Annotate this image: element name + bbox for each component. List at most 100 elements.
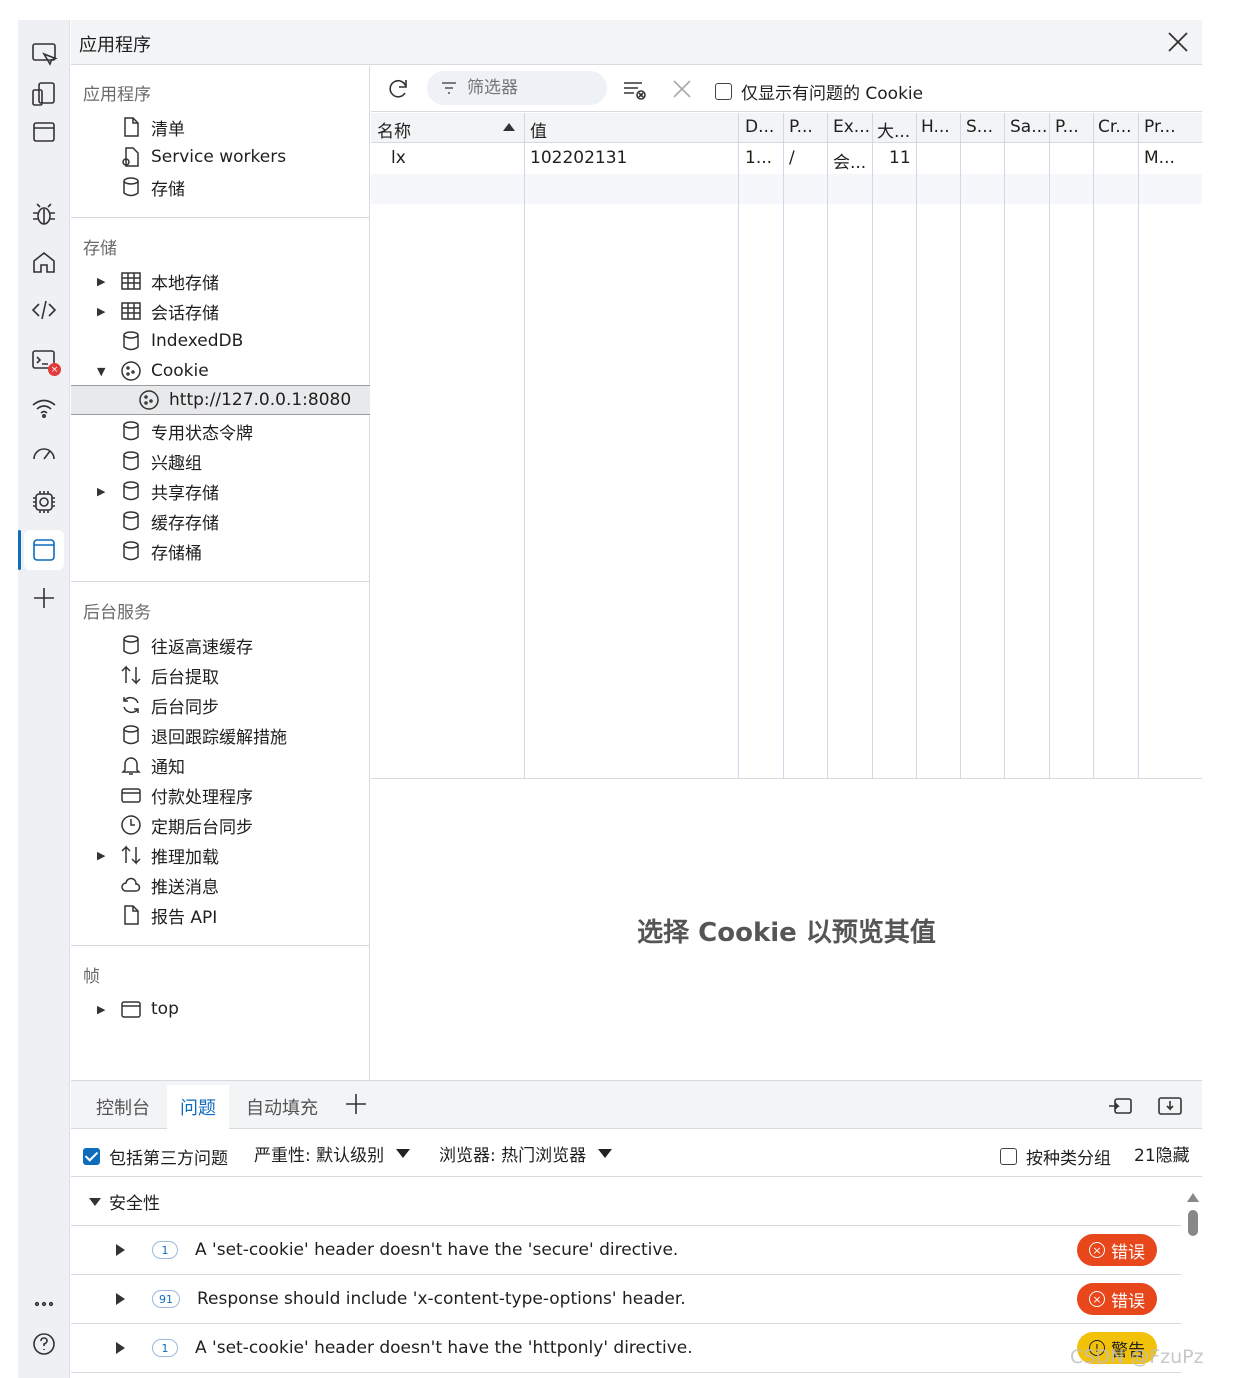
issues-toolbar: 包括第三方问题 严重性: 默认级别 浏览器: 热门浏览器 按种类分组 21隐藏 (71, 1129, 1202, 1177)
browser-dropdown[interactable]: 浏览器: 热门浏览器 (439, 1141, 613, 1166)
more-icon[interactable] (24, 1284, 64, 1324)
close-icon[interactable] (1164, 28, 1192, 56)
column-header-secure[interactable]: S... (966, 117, 993, 137)
tree-item-cookie-origin[interactable]: http://127.0.0.1:8080 (71, 385, 370, 415)
collapse-arrow-icon[interactable]: ▼ (97, 365, 111, 378)
expand-arrow-icon[interactable]: ▶ (97, 849, 111, 862)
minimize-drawer-icon[interactable] (1157, 1093, 1185, 1121)
expand-arrow-icon[interactable]: ▶ (97, 305, 111, 318)
expand-arrow-icon[interactable]: ▶ (97, 485, 111, 498)
tree-item-frame-top[interactable]: ▶ top (71, 994, 370, 1024)
filter-field[interactable] (427, 71, 607, 105)
document-icon (119, 903, 143, 927)
column-header-samesite[interactable]: Sa... (1010, 117, 1047, 137)
scroll-thumb[interactable] (1188, 1210, 1198, 1236)
column-header-partition-key[interactable]: P... (1055, 117, 1079, 137)
table-icon (119, 269, 143, 293)
tree-item-bfcache[interactable]: 往返高速缓存 (71, 630, 370, 660)
group-by-kind-checkbox[interactable]: 按种类分组 (1000, 1144, 1111, 1169)
only-issues-checkbox[interactable]: 仅显示有问题的 Cookie (715, 79, 923, 104)
column-header-cross-site[interactable]: Cr... (1098, 117, 1132, 137)
delete-selected-icon[interactable] (667, 74, 697, 104)
device-icon[interactable] (24, 74, 64, 114)
console-icon[interactable]: × (24, 340, 64, 380)
cpu-icon[interactable] (24, 482, 64, 522)
issue-row[interactable]: 91 Response should include 'x-content-ty… (71, 1275, 1181, 1324)
bug-icon[interactable] (24, 194, 64, 234)
clear-filtered-cookies-icon[interactable] (619, 74, 649, 104)
browser-window-icon[interactable] (24, 112, 64, 152)
tree-item-indexeddb[interactable]: IndexedDB (71, 326, 370, 356)
tree-item-push-messaging[interactable]: 推送消息 (71, 870, 370, 900)
tree-item-reporting-api[interactable]: 报告 API (71, 900, 370, 930)
scroll-up-icon[interactable] (1187, 1193, 1199, 1202)
tree-item-background-fetch[interactable]: 后台提取 (71, 660, 370, 690)
tree-item-bounce-tracking[interactable]: 退回跟踪缓解措施 (71, 720, 370, 750)
inspect-icon[interactable] (24, 34, 64, 74)
chevron-down-icon (598, 1149, 613, 1158)
home-icon[interactable] (24, 242, 64, 282)
wifi-icon[interactable] (24, 388, 64, 428)
tree-item-storage-overview[interactable]: 存储 (71, 172, 370, 202)
include-third-party-checkbox[interactable]: 包括第三方问题 (83, 1144, 228, 1169)
cookie-view: 仅显示有问题的 Cookie 名称 值 D... P... Ex... 大...… (371, 66, 1202, 1080)
checkbox-box[interactable] (1000, 1148, 1017, 1165)
filter-input[interactable] (467, 78, 597, 98)
tree-item-local-storage[interactable]: ▶ 本地存储 (71, 266, 370, 296)
column-header-name[interactable]: 名称 (377, 117, 411, 142)
tree-item-interest-groups[interactable]: 兴趣组 (71, 446, 370, 476)
tree-item-cookie[interactable]: ▼ Cookie (71, 356, 370, 386)
database-icon (119, 329, 143, 353)
tree-item-manifest[interactable]: 清单 (71, 112, 370, 142)
activity-bar: × (18, 20, 70, 1378)
expand-arrow-icon[interactable]: ▶ (97, 275, 111, 288)
issue-category-security[interactable]: 安全性 (71, 1178, 1181, 1226)
tree-item-session-storage[interactable]: ▶ 会话存储 (71, 296, 370, 326)
tree-item-payment-handler[interactable]: 付款处理程序 (71, 780, 370, 810)
drawer-tabs: 控制台 问题 自动填充 (71, 1081, 1202, 1129)
tree-item-private-state-tokens[interactable]: 专用状态令牌 (71, 416, 370, 446)
code-icon[interactable] (24, 290, 64, 330)
column-header-expires[interactable]: Ex... (833, 117, 870, 137)
issue-text: A 'set-cookie' header doesn't have the '… (195, 1240, 679, 1260)
application-icon[interactable] (18, 530, 64, 570)
table-row[interactable]: lx 102202131 1... / 会... 11 M... (371, 144, 1202, 174)
column-header-path[interactable]: P... (789, 117, 813, 137)
tab-issues[interactable]: 问题 (167, 1085, 229, 1129)
tree-item-service-workers[interactable]: Service workers (71, 142, 370, 172)
tree-item-speculative-loads[interactable]: ▶ 推理加载 (71, 840, 370, 870)
issue-row[interactable]: 1 A 'set-cookie' header doesn't have the… (71, 1324, 1181, 1373)
tab-autofill[interactable]: 自动填充 (233, 1085, 331, 1129)
cell-domain: 1... (745, 148, 773, 168)
section-divider (71, 217, 370, 218)
dock-icon[interactable] (1107, 1093, 1135, 1121)
column-header-priority[interactable]: Pr... (1144, 117, 1176, 137)
checkbox-box[interactable] (715, 83, 732, 100)
add-icon[interactable] (24, 578, 64, 618)
tree-item-shared-storage[interactable]: ▶ 共享存储 (71, 476, 370, 506)
up-down-arrows-icon (119, 843, 143, 867)
column-header-domain[interactable]: D... (745, 117, 774, 137)
up-down-arrows-icon (119, 663, 143, 687)
add-tab-icon[interactable] (343, 1091, 371, 1119)
help-icon[interactable] (24, 1324, 64, 1364)
column-header-httponly[interactable]: H... (921, 117, 950, 137)
checkbox-box[interactable] (83, 1148, 100, 1165)
severity-pill: × 错误 (1077, 1283, 1157, 1315)
refresh-icon[interactable] (383, 74, 413, 104)
expand-arrow-icon[interactable]: ▶ (97, 1003, 111, 1016)
tree-item-cache-storage[interactable]: 缓存存储 (71, 506, 370, 536)
tree-item-storage-buckets[interactable]: 存储桶 (71, 536, 370, 566)
severity-dropdown[interactable]: 严重性: 默认级别 (254, 1141, 411, 1166)
cell-expires: 会... (833, 153, 867, 173)
tab-console[interactable]: 控制台 (83, 1085, 163, 1129)
issue-row[interactable]: 1 A 'set-cookie' header doesn't have the… (71, 1226, 1181, 1275)
database-icon (119, 175, 143, 199)
database-icon (119, 449, 143, 473)
column-header-value[interactable]: 值 (530, 117, 547, 142)
performance-icon[interactable] (24, 434, 64, 474)
column-header-size[interactable]: 大... (877, 117, 910, 142)
tree-item-background-sync[interactable]: 后台同步 (71, 690, 370, 720)
tree-item-periodic-sync[interactable]: 定期后台同步 (71, 810, 370, 840)
tree-item-notifications[interactable]: 通知 (71, 750, 370, 780)
